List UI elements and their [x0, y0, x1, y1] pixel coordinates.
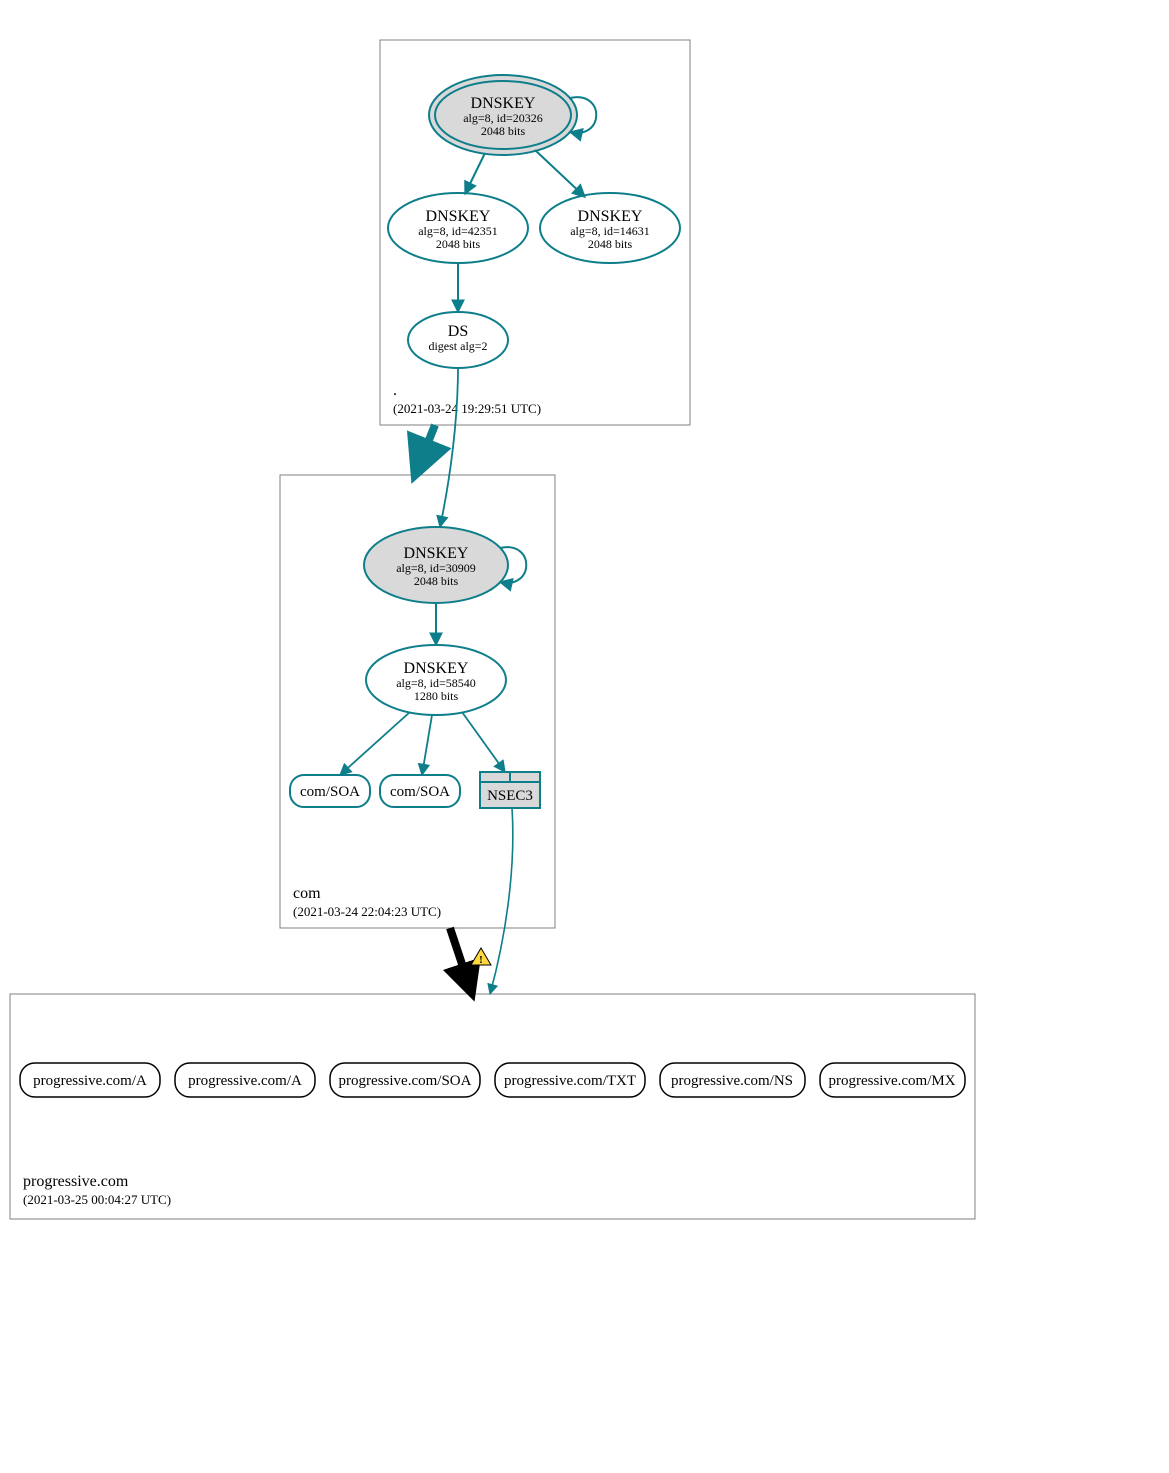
com-zsk-node: DNSKEY alg=8, id=58540 1280 bits — [366, 645, 506, 715]
svg-text:alg=8, id=30909: alg=8, id=30909 — [396, 561, 476, 575]
svg-text:alg=8, id=58540: alg=8, id=58540 — [396, 676, 476, 690]
warning-icon: ! — [471, 948, 491, 966]
progressive-rr-4: progressive.com/NS — [660, 1063, 805, 1097]
com-soa-1: com/SOA — [290, 775, 370, 807]
progressive-rr-3: progressive.com/TXT — [495, 1063, 645, 1097]
svg-text:DNSKEY: DNSKEY — [578, 208, 643, 225]
svg-text:progressive.com/A: progressive.com/A — [188, 1073, 302, 1089]
svg-text:progressive.com/TXT: progressive.com/TXT — [504, 1073, 636, 1089]
progressive-rr-0: progressive.com/A — [20, 1063, 160, 1097]
zone-progressive-name: progressive.com — [23, 1173, 129, 1190]
svg-text:alg=8, id=42351: alg=8, id=42351 — [418, 224, 498, 238]
svg-text:alg=8, id=14631: alg=8, id=14631 — [570, 224, 650, 238]
zone-com-timestamp: (2021-03-24 22:04:23 UTC) — [293, 904, 441, 919]
svg-text:NSEC3: NSEC3 — [487, 788, 533, 804]
svg-text:progressive.com/SOA: progressive.com/SOA — [339, 1073, 472, 1089]
root-ksk-title: DNSKEY — [471, 95, 536, 112]
edge-nsec3-to-progressive — [490, 808, 513, 994]
progressive-rr-1: progressive.com/A — [175, 1063, 315, 1097]
svg-text:progressive.com/A: progressive.com/A — [33, 1073, 147, 1089]
svg-text:DNSKEY: DNSKEY — [404, 545, 469, 562]
zone-progressive-box — [10, 994, 975, 1219]
svg-text:1280 bits: 1280 bits — [414, 689, 459, 703]
com-ksk-node: DNSKEY alg=8, id=30909 2048 bits — [364, 527, 508, 603]
svg-text:com/SOA: com/SOA — [300, 784, 360, 800]
edge-com-zsk-nsec3 — [462, 712, 505, 772]
svg-text:DNSKEY: DNSKEY — [404, 660, 469, 677]
root-ksk-alg: alg=8, id=20326 — [463, 111, 543, 125]
svg-text:2048 bits: 2048 bits — [588, 237, 633, 251]
edge-root-to-com-zone — [415, 425, 435, 475]
svg-text:2048 bits: 2048 bits — [436, 237, 481, 251]
com-nsec3: NSEC3 — [480, 772, 540, 808]
root-ksk-node: DNSKEY alg=8, id=20326 2048 bits — [429, 75, 577, 155]
svg-text:2048 bits: 2048 bits — [414, 574, 459, 588]
root-zsk-14631: DNSKEY alg=8, id=14631 2048 bits — [540, 193, 680, 263]
root-ds-node: DS digest alg=2 — [408, 312, 508, 368]
com-soa-2: com/SOA — [380, 775, 460, 807]
zone-progressive-timestamp: (2021-03-25 00:04:27 UTC) — [23, 1192, 171, 1207]
edge-com-zsk-soa2 — [422, 715, 432, 775]
edge-root-ksk-zsk1 — [465, 153, 485, 194]
svg-text:progressive.com/MX: progressive.com/MX — [828, 1073, 955, 1089]
progressive-rr-5: progressive.com/MX — [820, 1063, 965, 1097]
zone-root-name: . — [393, 382, 397, 399]
progressive-rr-2: progressive.com/SOA — [330, 1063, 480, 1097]
root-zsk-42351: DNSKEY alg=8, id=42351 2048 bits — [388, 193, 528, 263]
svg-text:!: ! — [479, 954, 483, 966]
svg-text:DS: DS — [448, 323, 468, 340]
svg-text:digest alg=2: digest alg=2 — [428, 339, 487, 353]
edge-com-to-progressive-zone — [450, 928, 472, 994]
zone-root-timestamp: (2021-03-24 19:29:51 UTC) — [393, 401, 541, 416]
zone-com-name: com — [293, 885, 321, 902]
edge-ds-to-com-ksk — [440, 368, 458, 527]
edge-com-zsk-soa1 — [340, 712, 410, 775]
root-ksk-bits: 2048 bits — [481, 124, 526, 138]
svg-text:com/SOA: com/SOA — [390, 784, 450, 800]
svg-text:progressive.com/NS: progressive.com/NS — [671, 1073, 793, 1089]
edge-root-ksk-zsk2 — [535, 150, 585, 197]
dnssec-diagram: . (2021-03-24 19:29:51 UTC) DNSKEY alg=8… — [0, 0, 1169, 1473]
svg-text:DNSKEY: DNSKEY — [426, 208, 491, 225]
